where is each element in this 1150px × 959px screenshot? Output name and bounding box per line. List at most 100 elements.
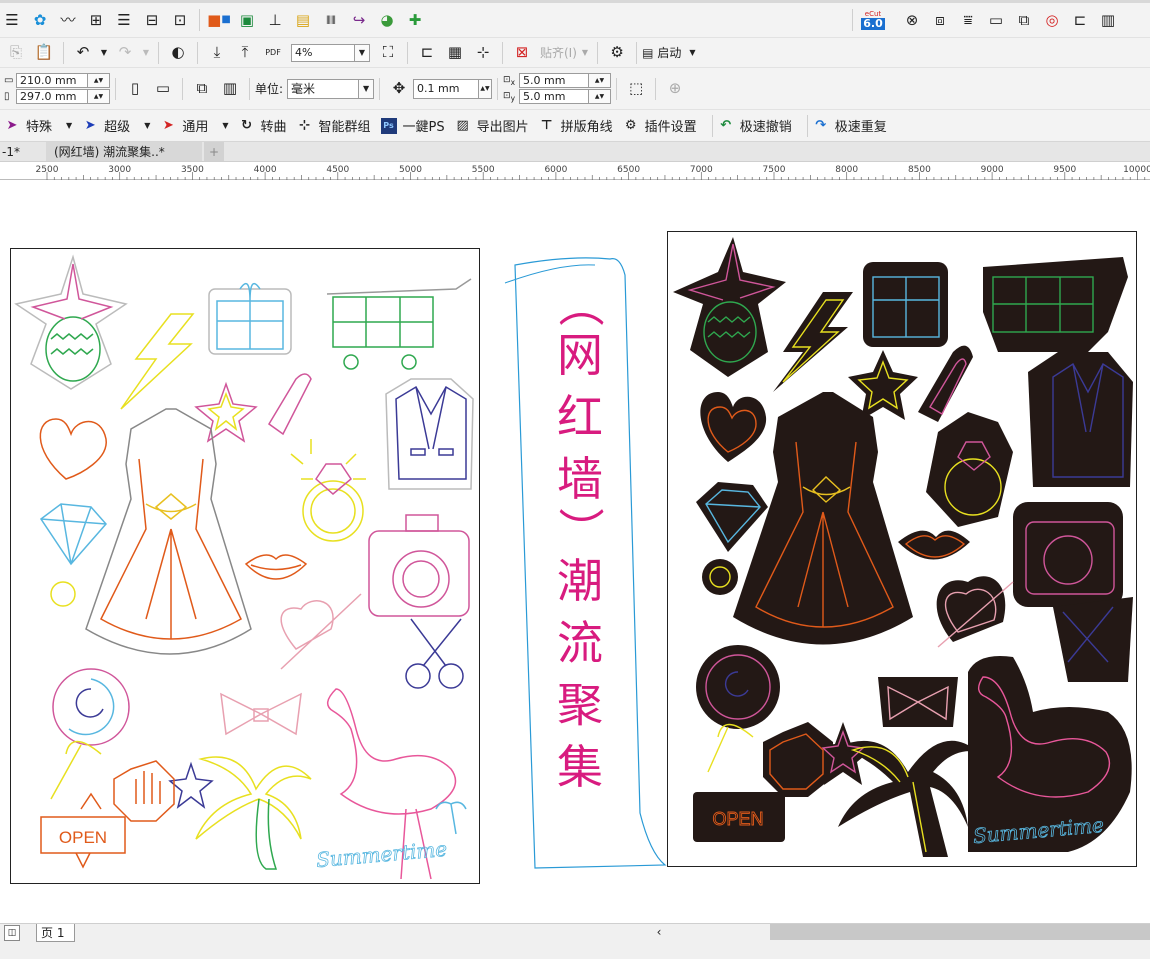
plugin-general[interactable]: ➤ 通用 ▼: [160, 114, 229, 138]
plugin-special[interactable]: ➤ 特殊 ▼: [4, 114, 73, 138]
tab-active-document[interactable]: (网红墙) 潮流聚集..*: [46, 142, 202, 161]
dup-x-icon: ⊡x: [503, 74, 516, 87]
chevron-down-icon[interactable]: ▼: [359, 78, 375, 99]
cdr-blue-icon[interactable]: ✿: [28, 8, 52, 32]
plugin-settings[interactable]: ⚙ 插件设置: [623, 114, 697, 138]
gold-bars-icon[interactable]: ▤: [291, 8, 315, 32]
page-frame-icon[interactable]: ⬚: [624, 77, 648, 101]
current-page-icon[interactable]: ▥: [218, 77, 242, 101]
right-sheet[interactable]: OPEN Summertime: [667, 231, 1137, 867]
chevron-down-icon[interactable]: ▼: [355, 43, 370, 62]
image-frame-icon[interactable]: ▣: [235, 8, 259, 32]
landscape-icon[interactable]: ▭: [151, 77, 175, 101]
add-tab-button[interactable]: +: [204, 142, 225, 161]
unit-value[interactable]: 毫米: [287, 78, 360, 99]
grid-window-icon[interactable]: ▥: [1096, 8, 1120, 32]
title-char-5: 流: [557, 616, 603, 670]
plugin-super[interactable]: ➤ 超级 ▼: [82, 114, 151, 138]
barcode-icon[interactable]: ⦀⦀: [319, 8, 343, 32]
width-input[interactable]: 210.0 mm: [16, 73, 88, 88]
palm-tree-sticker: [195, 756, 312, 870]
layout-icon[interactable]: ⊟: [140, 8, 164, 32]
title-char-close-paren: ）: [553, 507, 607, 553]
stack-icon[interactable]: ⧉: [1012, 8, 1036, 32]
plugin-export-image[interactable]: ▨ 导出图片: [455, 114, 528, 138]
puzzle-icon[interactable]: ✚: [403, 8, 427, 32]
zoom-input[interactable]: 4%: [291, 43, 355, 62]
page-navigator-icon[interactable]: ◫: [4, 925, 20, 941]
title-char-6: 聚: [557, 678, 603, 732]
full-screen-icon[interactable]: ⛶: [376, 41, 400, 65]
pdf-icon[interactable]: PDF: [261, 41, 285, 65]
spin-icon[interactable]: ▲▼: [88, 73, 110, 88]
print-cube-icon[interactable]: ⧈: [928, 8, 952, 32]
all-pages-icon[interactable]: ⧉: [190, 77, 214, 101]
grid-toggle-icon[interactable]: ▦: [443, 41, 467, 65]
line-icon[interactable]: ☰: [112, 8, 136, 32]
tab-previous-document[interactable]: -1*: [0, 142, 36, 161]
curve-tool-icon[interactable]: 〰: [56, 8, 80, 32]
spin-icon[interactable]: ▲▼: [589, 73, 612, 88]
paste-icon[interactable]: 📋: [32, 41, 56, 65]
plugin-one-key-ps[interactable]: Ps 一鍵PS: [380, 114, 445, 138]
chevron-down-icon[interactable]: ▼: [99, 41, 109, 65]
copy-icon[interactable]: ⎘: [4, 41, 28, 65]
gear-icon[interactable]: ⚙: [605, 41, 629, 65]
title-char-open-paren: （: [553, 281, 607, 327]
launch-dropdown[interactable]: ▤ 启动 ▼: [642, 44, 696, 61]
chevron-down-icon[interactable]: ▼: [141, 41, 151, 65]
suit-shape: [1028, 352, 1133, 487]
launch-label: 启动: [657, 46, 682, 60]
palm-small-icons: [435, 801, 467, 835]
plugin-fast-undo[interactable]: ↶ 极速撤销: [718, 114, 791, 138]
tab-page-1[interactable]: 页 1: [36, 924, 76, 942]
dup-x-input[interactable]: 5.0 mm: [519, 73, 590, 88]
arrow-curve-icon[interactable]: ↪: [347, 8, 371, 32]
spin-icon[interactable]: ▲▼: [88, 89, 110, 104]
separator: [502, 41, 503, 64]
plugin-crop-marks[interactable]: ⊤ 拼版角线: [539, 114, 613, 138]
ruler-toggle-icon[interactable]: ⊏: [415, 41, 439, 65]
guides-toggle-icon[interactable]: ⊹: [471, 41, 495, 65]
left-sheet[interactable]: OPEN Summertime: [10, 248, 480, 884]
spin-icon[interactable]: ▲▼: [479, 78, 493, 99]
plugin-convert-curve[interactable]: ↻ 转曲: [239, 114, 286, 138]
tape-icon[interactable]: ▭: [984, 8, 1008, 32]
undo-icon[interactable]: ↶: [71, 41, 95, 65]
drawing-canvas[interactable]: OPEN Summertime （ 网 红 墙 ） 潮 流 聚 集 OPEN S…: [0, 181, 1150, 923]
zoom-field[interactable]: 4% ▼: [291, 43, 370, 62]
horizontal-scrollbar[interactable]: [770, 924, 1150, 940]
height-input[interactable]: 297.0 mm: [16, 89, 88, 104]
plugin-super-label: 超级: [104, 120, 131, 135]
plugin-smart-group[interactable]: ⊹ 智能群组: [297, 114, 370, 138]
add-plus-icon[interactable]: ⊕: [663, 77, 687, 101]
text-icon[interactable]: ⊥: [263, 8, 287, 32]
spin-icon[interactable]: ▲▼: [589, 89, 612, 104]
ring-icon[interactable]: ⊗: [900, 8, 924, 32]
export-icon[interactable]: ⤒: [233, 41, 257, 65]
plugin-fast-redo[interactable]: ↷ 极速重复: [813, 114, 886, 138]
globe-icon[interactable]: ◕: [375, 8, 399, 32]
snap-off-icon[interactable]: ⊠: [510, 41, 534, 65]
drill-icon[interactable]: ⊏: [1068, 8, 1092, 32]
color-blocks-icon[interactable]: ■ ■: [207, 8, 231, 32]
snap-dropdown[interactable]: 贴齐(I) ▼: [540, 44, 588, 61]
redo-icon[interactable]: ↷: [113, 41, 137, 65]
corel-connect-icon[interactable]: ◐: [166, 41, 190, 65]
horizontal-ruler[interactable]: 2500 3000 3500 4000 4500 5000 5500 6000 6500 7000…: [0, 162, 1150, 180]
ruler-tick-label: 10000: [1123, 165, 1150, 175]
scroll-left-button[interactable]: ‹: [652, 924, 666, 940]
grid-select-icon[interactable]: ⊡: [168, 8, 192, 32]
menu-icon[interactable]: ☰: [0, 8, 24, 32]
align-icon[interactable]: ⊞: [84, 8, 108, 32]
ecut-badge[interactable]: eCut 6.0: [860, 8, 886, 32]
ruler-icon[interactable]: ⩸: [956, 8, 980, 32]
target-icon[interactable]: ◎: [1040, 8, 1064, 32]
dup-y-input[interactable]: 5.0 mm: [519, 89, 590, 104]
import-icon[interactable]: ⤓: [205, 41, 229, 65]
unit-label: 单位:: [255, 82, 284, 96]
lipstick-shape: [918, 345, 973, 422]
unit-select[interactable]: 毫米 ▼: [287, 78, 375, 99]
nudge-input[interactable]: 0.1 mm: [413, 78, 480, 99]
portrait-icon[interactable]: ▯: [123, 77, 147, 101]
